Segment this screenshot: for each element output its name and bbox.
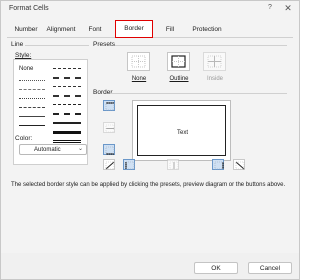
border-tab-panel: Line Style: None Color: Automatic ⌄ Pres… (7, 38, 293, 253)
border-left-icon (125, 161, 135, 170)
border-right-button[interactable] (212, 159, 224, 170)
tab-alignment[interactable]: Alignment (43, 23, 79, 36)
tab-number[interactable]: Number (11, 23, 41, 36)
style-label: Style: (15, 52, 32, 59)
border-none-icon (131, 55, 146, 68)
border-outline-icon (171, 55, 186, 68)
border-inside-vertical-icon (169, 161, 179, 170)
presets-group-label: Presets (93, 41, 116, 48)
line-style-thin[interactable] (19, 116, 45, 117)
line-style-medium[interactable] (53, 122, 81, 124)
dialog-title: Format Cells (9, 5, 49, 12)
preset-none-button[interactable] (127, 52, 150, 71)
preset-none-label: None (124, 76, 154, 82)
preset-outline-button[interactable] (167, 52, 190, 71)
color-dropdown[interactable]: Automatic ⌄ (19, 144, 87, 155)
preview-cell[interactable]: Text (137, 105, 226, 156)
border-bottom-button[interactable] (103, 144, 115, 155)
line-style-none[interactable]: None (19, 66, 33, 72)
tab-border[interactable]: Border (115, 20, 153, 38)
line-style-medium-dashed[interactable] (53, 113, 81, 115)
border-preview[interactable]: Text (132, 100, 231, 161)
border-bottom-icon (105, 146, 115, 155)
format-cells-dialog: Format Cells ? ✕ Number Alignment Font B… (0, 0, 300, 280)
border-inside-horizontal-icon (105, 124, 115, 133)
title-bar: Format Cells ? ✕ (1, 1, 299, 17)
tab-bar: Number Alignment Font Border Fill Protec… (7, 20, 293, 38)
border-left-button[interactable] (123, 159, 135, 170)
border-top-button[interactable] (103, 100, 115, 111)
line-style-medium-dash-dot-dot[interactable] (53, 77, 81, 79)
line-style-medium-dash-dot[interactable] (53, 95, 81, 97)
line-group-label: Line (11, 41, 24, 48)
border-inside-icon (207, 55, 222, 68)
tab-font[interactable]: Font (85, 23, 105, 36)
border-hint-text: The selected border style can be applied… (11, 182, 286, 188)
diagonal-down-icon (235, 161, 245, 170)
diagonal-up-icon (105, 161, 115, 170)
line-style-thick[interactable] (53, 131, 81, 134)
border-top-icon (105, 102, 115, 111)
preset-outline-text: Outline (169, 76, 189, 82)
border-diagonal-up-button[interactable] (103, 159, 115, 170)
chevron-down-icon: ⌄ (77, 146, 83, 152)
line-style-dash[interactable] (19, 107, 45, 108)
line-group-divider (25, 45, 89, 46)
preview-text: Text (176, 130, 188, 136)
color-value: Automatic (34, 147, 61, 153)
line-style-dashed[interactable] (53, 104, 81, 105)
color-label: Color: (15, 135, 33, 142)
border-group-divider (111, 93, 287, 94)
line-style-hair-dash[interactable] (19, 89, 45, 90)
line-style-thin-solid[interactable] (19, 125, 45, 126)
cancel-button[interactable]: Cancel (248, 262, 292, 274)
border-right-icon (214, 161, 224, 170)
tab-fill[interactable]: Fill (162, 23, 178, 36)
border-inside-horizontal-button[interactable] (103, 122, 115, 133)
line-style-dot[interactable] (19, 98, 45, 99)
help-button[interactable]: ? (263, 2, 277, 14)
line-style-double[interactable] (53, 140, 81, 143)
preset-none-text: None (131, 76, 147, 82)
ok-button[interactable]: OK (194, 262, 238, 274)
preset-outline-label: Outline (164, 76, 194, 82)
tab-protection[interactable]: Protection (189, 23, 225, 36)
line-style-dash-dot[interactable] (53, 86, 81, 87)
close-button[interactable]: ✕ (281, 2, 295, 14)
preset-inside-button[interactable] (203, 52, 226, 71)
dialog-footer: OK Cancel (1, 253, 299, 279)
preset-inside-label: Inside (206, 76, 223, 82)
border-inside-vertical-button[interactable] (167, 159, 179, 170)
line-style-dash-dot-dot[interactable] (53, 68, 81, 69)
line-style-dotted[interactable] (19, 80, 45, 81)
presets-group-divider (115, 45, 287, 46)
border-diagonal-down-button[interactable] (233, 159, 245, 170)
border-group-label: Border (93, 89, 113, 96)
